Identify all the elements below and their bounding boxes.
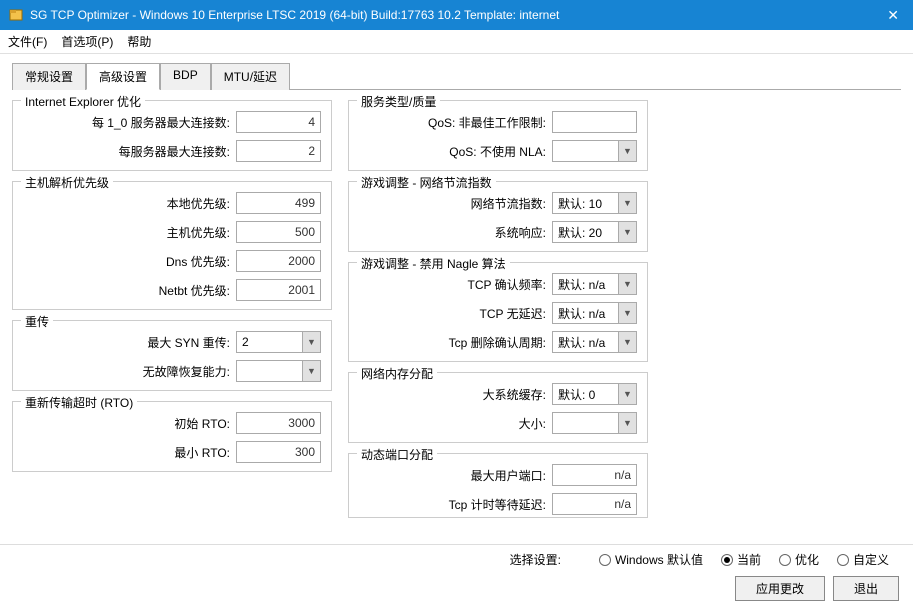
field-label: 大小: bbox=[519, 415, 546, 432]
no-delay-select[interactable]: 默认: n/a ▼ bbox=[552, 302, 637, 324]
qos-nla-select[interactable]: ▼ bbox=[552, 140, 637, 162]
group-retransmit: 重传 最大 SYN 重传: 2 ▼ 无故障恢复能力: ▼ bbox=[12, 320, 332, 391]
group-nagle: 游戏调整 - 禁用 Nagle 算法 TCP 确认频率: 默认: n/a ▼ T… bbox=[348, 262, 648, 362]
exit-button[interactable]: 退出 bbox=[833, 576, 899, 601]
host-priority-input[interactable] bbox=[236, 221, 321, 243]
close-button[interactable]: ✕ bbox=[881, 7, 905, 24]
select-settings-label: 选择设置: bbox=[510, 551, 561, 568]
group-title: 游戏调整 - 网络节流指数 bbox=[357, 174, 496, 191]
qos-nonbest-input[interactable] bbox=[552, 111, 637, 133]
chevron-down-icon: ▼ bbox=[302, 361, 320, 381]
group-host-resolution: 主机解析优先级 本地优先级: 主机优先级: Dns 优先级: Netbt 优先级… bbox=[12, 181, 332, 310]
large-cache-select[interactable]: 默认: 0 ▼ bbox=[552, 383, 637, 405]
throttle-index-select[interactable]: 默认: 10 ▼ bbox=[552, 192, 637, 214]
system-response-select[interactable]: 默认: 20 ▼ bbox=[552, 221, 637, 243]
group-title: 动态端口分配 bbox=[357, 446, 437, 463]
field-label: Tcp 计时等待延迟: bbox=[449, 496, 546, 513]
chevron-down-icon: ▼ bbox=[618, 222, 636, 242]
max-user-port-input[interactable] bbox=[552, 464, 637, 486]
chevron-down-icon: ▼ bbox=[618, 141, 636, 161]
field-label: 本地优先级: bbox=[167, 195, 230, 212]
tab-advanced[interactable]: 高级设置 bbox=[86, 63, 160, 90]
field-label: 最小 RTO: bbox=[174, 444, 230, 461]
group-title: 重传 bbox=[21, 313, 53, 330]
radio-icon bbox=[779, 554, 791, 566]
group-rto: 重新传输超时 (RTO) 初始 RTO: 最小 RTO: bbox=[12, 401, 332, 472]
netbt-priority-input[interactable] bbox=[236, 279, 321, 301]
recovery-select[interactable]: ▼ bbox=[236, 360, 321, 382]
tabs: 常规设置 高级设置 BDP MTU/延迟 bbox=[12, 62, 901, 90]
field-label: 网络节流指数: bbox=[471, 195, 546, 212]
app-icon bbox=[8, 7, 24, 23]
local-priority-input[interactable] bbox=[236, 192, 321, 214]
content-area: 常规设置 高级设置 BDP MTU/延迟 Internet Explorer 优… bbox=[0, 54, 913, 536]
tab-bdp[interactable]: BDP bbox=[160, 63, 211, 90]
field-label: 大系统缓存: bbox=[483, 386, 546, 403]
field-label: 初始 RTO: bbox=[174, 415, 230, 432]
group-ie-optimize: Internet Explorer 优化 每 1_0 服务器最大连接数: 每服务… bbox=[12, 100, 332, 171]
group-title: Internet Explorer 优化 bbox=[21, 93, 145, 110]
group-throttle: 游戏调整 - 网络节流指数 网络节流指数: 默认: 10 ▼ 系统响应: 默认:… bbox=[348, 181, 648, 252]
radio-icon bbox=[599, 554, 611, 566]
group-memory: 网络内存分配 大系统缓存: 默认: 0 ▼ 大小: ▼ bbox=[348, 372, 648, 443]
group-title: 主机解析优先级 bbox=[21, 174, 113, 191]
per10-input[interactable] bbox=[236, 111, 321, 133]
group-title: 重新传输超时 (RTO) bbox=[21, 394, 137, 411]
field-label: QoS: 不使用 NLA: bbox=[449, 143, 546, 160]
radio-custom[interactable]: 自定义 bbox=[837, 551, 889, 568]
field-label: Dns 优先级: bbox=[166, 253, 230, 270]
menu-prefs[interactable]: 首选项(P) bbox=[61, 33, 113, 50]
field-label: 主机优先级: bbox=[167, 224, 230, 241]
bottom-bar: 选择设置: Windows 默认值 当前 优化 自定义 应用更改 退出 bbox=[0, 544, 913, 611]
chevron-down-icon: ▼ bbox=[302, 332, 320, 352]
menu-file[interactable]: 文件(F) bbox=[8, 33, 47, 50]
dns-priority-input[interactable] bbox=[236, 250, 321, 272]
max-syn-select[interactable]: 2 ▼ bbox=[236, 331, 321, 353]
field-label: 每服务器最大连接数: bbox=[119, 143, 230, 160]
per-server-input[interactable] bbox=[236, 140, 321, 162]
chevron-down-icon: ▼ bbox=[618, 332, 636, 352]
ack-freq-select[interactable]: 默认: n/a ▼ bbox=[552, 273, 637, 295]
field-label: TCP 确认频率: bbox=[468, 276, 546, 293]
chevron-down-icon: ▼ bbox=[618, 274, 636, 294]
radio-icon bbox=[837, 554, 849, 566]
group-title: 游戏调整 - 禁用 Nagle 算法 bbox=[357, 255, 510, 272]
chevron-down-icon: ▼ bbox=[618, 193, 636, 213]
menu-help[interactable]: 帮助 bbox=[127, 33, 151, 50]
chevron-down-icon: ▼ bbox=[618, 413, 636, 433]
field-label: 每 1_0 服务器最大连接数: bbox=[92, 114, 230, 131]
field-label: 最大 SYN 重传: bbox=[147, 334, 230, 351]
titlebar: SG TCP Optimizer - Windows 10 Enterprise… bbox=[0, 0, 913, 30]
field-label: Netbt 优先级: bbox=[159, 282, 230, 299]
chevron-down-icon: ▼ bbox=[618, 303, 636, 323]
tab-mtu[interactable]: MTU/延迟 bbox=[211, 63, 290, 90]
field-label: Tcp 删除确认周期: bbox=[449, 334, 546, 351]
size-select[interactable]: ▼ bbox=[552, 412, 637, 434]
field-label: 系统响应: bbox=[495, 224, 546, 241]
group-dynamic-port: 动态端口分配 最大用户端口: Tcp 计时等待延迟: bbox=[348, 453, 648, 518]
init-rto-input[interactable] bbox=[236, 412, 321, 434]
timewait-delay-input[interactable] bbox=[552, 493, 637, 515]
del-ack-select[interactable]: 默认: n/a ▼ bbox=[552, 331, 637, 353]
group-title: 网络内存分配 bbox=[357, 365, 437, 382]
menubar: 文件(F) 首选项(P) 帮助 bbox=[0, 30, 913, 54]
chevron-down-icon: ▼ bbox=[618, 384, 636, 404]
min-rto-input[interactable] bbox=[236, 441, 321, 463]
radio-windows-default[interactable]: Windows 默认值 bbox=[599, 551, 703, 568]
radio-current[interactable]: 当前 bbox=[721, 551, 761, 568]
group-qos: 服务类型/质量 QoS: 非最佳工作限制: QoS: 不使用 NLA: ▼ bbox=[348, 100, 648, 171]
tab-general[interactable]: 常规设置 bbox=[12, 63, 86, 90]
field-label: 无故障恢复能力: bbox=[143, 363, 230, 380]
apply-button[interactable]: 应用更改 bbox=[735, 576, 825, 601]
radio-optimize[interactable]: 优化 bbox=[779, 551, 819, 568]
window-title: SG TCP Optimizer - Windows 10 Enterprise… bbox=[30, 8, 881, 22]
field-label: 最大用户端口: bbox=[471, 467, 546, 484]
radio-icon bbox=[721, 554, 733, 566]
field-label: QoS: 非最佳工作限制: bbox=[428, 114, 546, 131]
group-title: 服务类型/质量 bbox=[357, 93, 440, 110]
field-label: TCP 无延迟: bbox=[480, 305, 546, 322]
